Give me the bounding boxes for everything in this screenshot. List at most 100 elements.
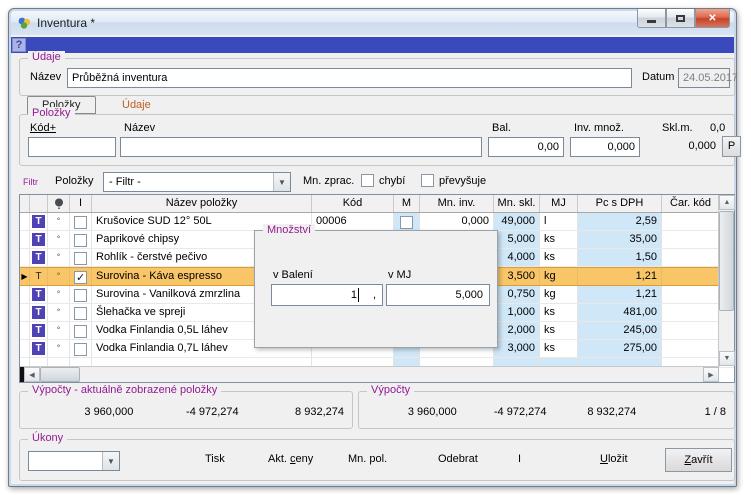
item-code: 00006 bbox=[312, 213, 394, 230]
mj: ks bbox=[540, 304, 578, 321]
chevron-down-icon[interactable]: ▼ bbox=[273, 173, 290, 191]
row-checkbox[interactable] bbox=[74, 325, 87, 338]
mnozstvi-popup: Množství v Balení 1 , v MJ 5,000 bbox=[254, 230, 498, 348]
header-balloon-col[interactable] bbox=[48, 195, 70, 212]
i-button[interactable]: I bbox=[518, 453, 521, 465]
bal-input[interactable]: 0,00 bbox=[488, 137, 564, 157]
mj: l bbox=[540, 213, 578, 230]
header-type-col bbox=[30, 195, 48, 212]
row-marker bbox=[20, 213, 30, 230]
vertical-scroll-thumb[interactable] bbox=[719, 211, 734, 311]
nazev-input[interactable]: Průběžná inventura bbox=[67, 68, 632, 88]
akt-ceny-button[interactable]: Akt. ceny bbox=[268, 453, 313, 465]
tisk-button[interactable]: Tisk bbox=[205, 453, 225, 465]
dot-cell: ° bbox=[48, 213, 70, 230]
header-nazev-polozky[interactable]: Název položky bbox=[92, 195, 312, 212]
checkbox-cell bbox=[70, 268, 92, 285]
horizontal-scroll-thumb[interactable] bbox=[40, 367, 80, 382]
pc-s-dph: 35,00 bbox=[578, 231, 662, 248]
pc-s-dph: 245,00 bbox=[578, 322, 662, 339]
pc-s-dph: 481,00 bbox=[578, 304, 662, 321]
minimize-icon bbox=[647, 20, 656, 23]
tab-udaje[interactable]: Údaje bbox=[122, 97, 151, 115]
pc-s-dph: 2,59 bbox=[578, 213, 662, 230]
type-badge: T bbox=[32, 324, 45, 337]
calc-value: 8 932,274 bbox=[239, 406, 344, 418]
header-car-kod[interactable]: Čar. kód bbox=[662, 195, 720, 212]
prevysuje-label: převyšuje bbox=[439, 175, 486, 187]
header-i[interactable]: I bbox=[70, 195, 92, 212]
header-m[interactable]: M bbox=[394, 195, 420, 212]
header-mn-skl[interactable]: Mn. skl. bbox=[494, 195, 540, 212]
row-checkbox[interactable] bbox=[74, 216, 87, 229]
chevron-down-icon[interactable]: ▼ bbox=[102, 452, 119, 470]
ulozit-button[interactable]: Uložit bbox=[600, 453, 628, 465]
nazev-search-input[interactable] bbox=[120, 137, 482, 157]
row-checkbox[interactable] bbox=[74, 271, 87, 284]
type-badge: T bbox=[32, 288, 45, 301]
scroll-up-icon[interactable]: ▲ bbox=[719, 195, 735, 210]
filter-polozky-label: Položky bbox=[55, 175, 94, 187]
inv-mnoz-label: Inv. množ. bbox=[574, 122, 624, 134]
row-checkbox[interactable] bbox=[74, 289, 87, 302]
mn-skl: 2,000 bbox=[494, 322, 540, 339]
row-checkbox[interactable] bbox=[74, 252, 87, 265]
minimize-button[interactable] bbox=[637, 9, 666, 28]
status-dot-icon: ° bbox=[57, 307, 61, 317]
header-pc-s-dph[interactable]: Pc s DPH bbox=[578, 195, 662, 212]
v-baleni-input[interactable]: 1 , bbox=[271, 284, 383, 306]
odebrat-button[interactable]: Odebrat bbox=[438, 453, 478, 465]
datum-field: 24.05.2017 bbox=[678, 68, 730, 88]
ukony-select[interactable]: ▼ bbox=[28, 451, 120, 471]
scroll-left-icon[interactable]: ◀ bbox=[24, 367, 40, 382]
scroll-right-icon[interactable]: ▶ bbox=[703, 367, 719, 382]
v-mj-label: v MJ bbox=[388, 269, 411, 281]
status-dot-icon: ° bbox=[57, 325, 61, 335]
mn-pol-button[interactable]: Mn. pol. bbox=[348, 453, 387, 465]
title-bar[interactable]: Inventura * bbox=[11, 11, 734, 35]
mnozstvi-popup-title: Množství bbox=[263, 224, 315, 236]
prevysuje-checkbox[interactable] bbox=[421, 174, 434, 187]
inv-mnoz-input[interactable]: 0,000 bbox=[570, 137, 640, 157]
checkbox-cell bbox=[70, 213, 92, 230]
status-dot-icon: ° bbox=[57, 216, 61, 226]
mn-skl: 5,000 bbox=[494, 231, 540, 248]
vertical-scrollbar[interactable]: ▲ ▼ bbox=[718, 195, 734, 366]
mn-skl: 49,000 bbox=[494, 213, 540, 230]
kod-input[interactable] bbox=[28, 137, 116, 157]
type-cell: T bbox=[30, 286, 48, 303]
sklm-label: Skl.m. bbox=[662, 122, 693, 134]
header-kod[interactable]: Kód bbox=[312, 195, 394, 212]
header-mn-inv[interactable]: Mn. inv. bbox=[420, 195, 494, 212]
car-kod bbox=[662, 340, 720, 357]
maximize-button[interactable] bbox=[666, 9, 695, 28]
table-row[interactable]: T°Krušovice SUD 12° 50L000060,00049,000l… bbox=[20, 213, 734, 231]
row-checkbox[interactable] bbox=[74, 343, 87, 356]
scroll-down-icon[interactable]: ▼ bbox=[719, 351, 735, 366]
status-dot-icon: ° bbox=[57, 234, 61, 244]
filter-select[interactable]: - Filtr - ▼ bbox=[103, 172, 291, 192]
zavrit-button[interactable]: Zavřít bbox=[665, 448, 732, 472]
close-button[interactable]: ✕ bbox=[695, 9, 730, 28]
row-checkbox[interactable] bbox=[74, 234, 87, 247]
m-checkbox[interactable] bbox=[400, 216, 413, 229]
checkbox-cell bbox=[70, 286, 92, 303]
mn-skl: 3,500 bbox=[494, 268, 540, 285]
p-button[interactable]: P bbox=[722, 136, 741, 157]
type-badge: T bbox=[32, 233, 45, 246]
chybi-checkbox[interactable] bbox=[361, 174, 374, 187]
row-checkbox[interactable] bbox=[74, 307, 87, 320]
mj: kg bbox=[540, 268, 578, 285]
help-button[interactable]: ? bbox=[12, 38, 26, 52]
balloon-icon bbox=[54, 198, 64, 210]
udaje-group: Údaje Název Průběžná inventura Datum 24.… bbox=[19, 58, 735, 96]
v-mj-input[interactable]: 5,000 bbox=[386, 284, 490, 306]
header-marker-col bbox=[20, 195, 30, 212]
horizontal-scrollbar[interactable]: ◀ ▶ bbox=[20, 366, 719, 382]
vypocty-current-values: 3 960,000 -4 972,274 8 932,274 bbox=[28, 406, 344, 418]
row-marker bbox=[20, 286, 30, 303]
car-kod bbox=[662, 231, 720, 248]
header-mj[interactable]: MJ bbox=[540, 195, 578, 212]
type-badge: T bbox=[32, 342, 45, 355]
kod-column-sort-label[interactable]: Kód+ bbox=[30, 122, 56, 134]
